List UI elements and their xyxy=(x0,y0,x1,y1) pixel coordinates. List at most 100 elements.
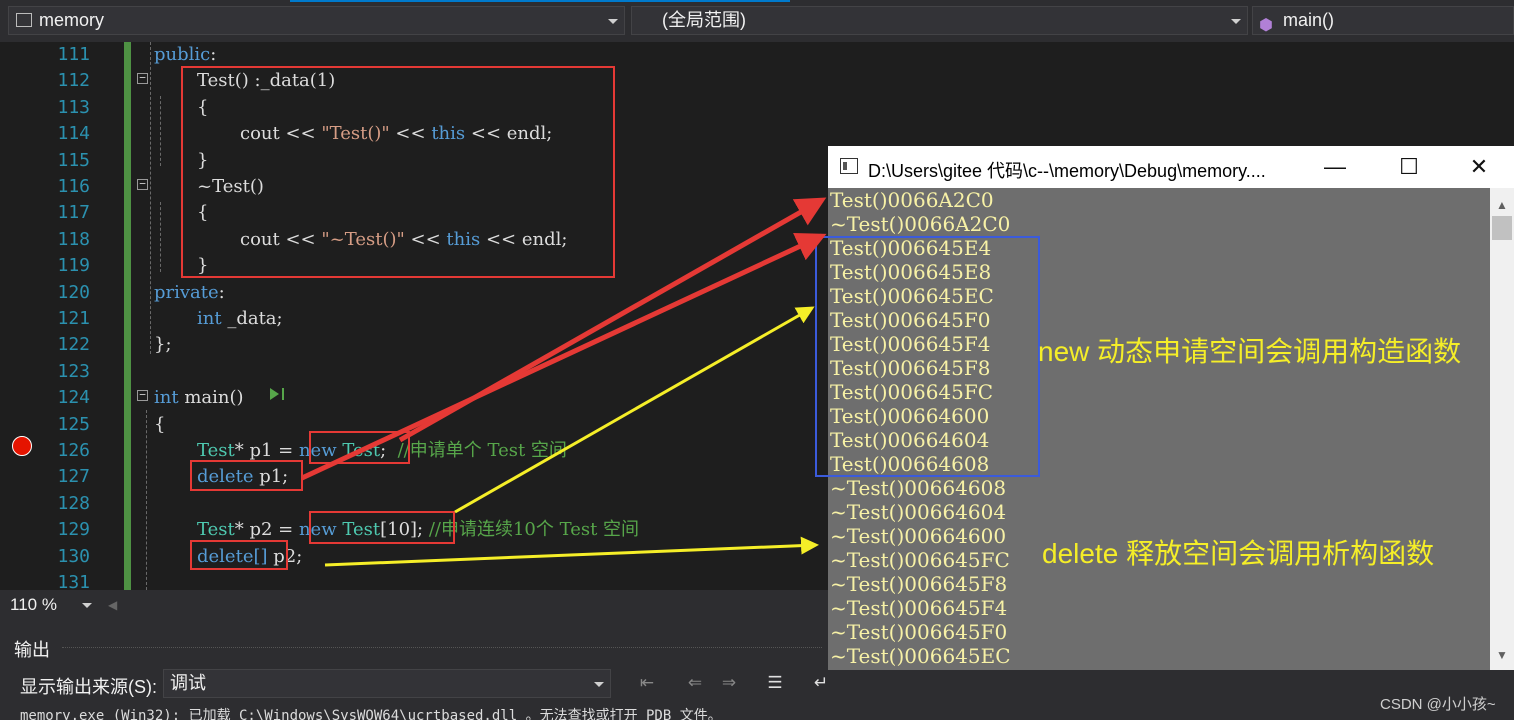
line-number: 126 xyxy=(57,440,90,461)
zoom-dropdown[interactable]: 110 % xyxy=(10,594,96,616)
code-token: //申请连续10个 Test 空间 xyxy=(428,519,640,541)
line-number: 124 xyxy=(57,387,90,409)
project-icon xyxy=(16,13,32,27)
line-number: 123 xyxy=(57,360,90,382)
code-token: int xyxy=(197,308,222,329)
console-line: ~Test()006645EC xyxy=(830,644,1011,668)
chevron-down-icon xyxy=(594,682,604,687)
console-scrollbar[interactable]: ▲ ▼ xyxy=(1490,188,1514,670)
breakpoint-icon[interactable] xyxy=(12,436,32,456)
console-line: ~Test()00664604 xyxy=(830,500,1007,524)
previous-message-icon[interactable]: ⇐ xyxy=(682,670,708,696)
code-line: { xyxy=(154,412,165,438)
output-panel-title: 输出 xyxy=(14,640,50,660)
output-source-dropdown[interactable]: 调试 xyxy=(163,669,611,698)
navigation-bar: memory (全局范围) ⬢ main() xyxy=(0,0,1514,42)
code-token: { xyxy=(154,413,166,435)
clear-all-icon[interactable]: ☰ xyxy=(762,670,788,696)
zoom-level: 110 % xyxy=(10,595,57,614)
global-scope-dropdown[interactable]: (全局范围) xyxy=(631,6,1248,35)
code-token: }; xyxy=(154,334,172,356)
line-number: 111 xyxy=(57,44,90,65)
collapse-icon[interactable]: − xyxy=(137,178,148,190)
collapse-icon[interactable]: − xyxy=(137,389,148,401)
console-line: ~Test()006645F8 xyxy=(830,572,1008,596)
code-token: : xyxy=(210,44,217,65)
collapse-icon[interactable]: − xyxy=(137,72,148,84)
code-token: private xyxy=(154,281,219,303)
zoom-bar: 110 % ◀ xyxy=(0,590,828,620)
project-scope-dropdown[interactable]: memory xyxy=(8,6,625,35)
indent-guide xyxy=(160,96,161,166)
line-number: 128 xyxy=(57,492,90,514)
scroll-up-icon[interactable]: ▲ xyxy=(1496,198,1508,212)
function-cube-icon: ⬢ xyxy=(1259,17,1273,34)
new-annotation: new 动态申请空间会调用构造函数 xyxy=(1038,336,1462,367)
run-to-click-icon[interactable] xyxy=(270,388,279,400)
scroll-thumb[interactable] xyxy=(1492,216,1512,240)
output-text: memory.exe (Win32): 已加载 C:\Windows\SysWO… xyxy=(20,708,722,720)
change-tracking-bar xyxy=(124,42,131,590)
line-number: 130 xyxy=(57,545,90,567)
code-token: //申请单个 Test 空间 xyxy=(397,440,567,461)
line-number: 114 xyxy=(57,123,90,145)
code-token: * p1 = xyxy=(234,440,299,461)
code-token: * p2 = xyxy=(234,519,299,541)
active-tab-indicator xyxy=(290,0,790,2)
code-line: public: xyxy=(154,42,216,68)
code-token: public xyxy=(154,44,211,65)
delete-annotation: delete 释放空间会调用析构函数 xyxy=(1042,538,1435,569)
find-message-icon[interactable]: ⇤ xyxy=(634,670,660,696)
next-message-icon[interactable]: ⇒ xyxy=(716,670,742,696)
run-to-click-bar xyxy=(282,388,284,400)
code-token: Test xyxy=(197,440,235,461)
console-title: D:\Users\gitee 代码\c--\memory\Debug\memor… xyxy=(868,161,1266,181)
indent-guide xyxy=(150,42,151,354)
line-number: 119 xyxy=(57,255,90,277)
scroll-down-icon[interactable]: ▼ xyxy=(1496,648,1508,662)
line-number: 117 xyxy=(57,202,90,224)
panel-drag-handle[interactable] xyxy=(62,647,822,652)
console-line: ~Test()006645F0 xyxy=(830,620,1008,644)
console-line: ~Test()006645F4 xyxy=(830,596,1008,620)
word-wrap-icon[interactable]: ↵ xyxy=(808,670,834,696)
line-number: 131 xyxy=(57,572,90,590)
maximize-button[interactable]: ☐ xyxy=(1386,150,1432,184)
console-title-bar[interactable]: D:\Users\gitee 代码\c--\memory\Debug\memor… xyxy=(828,146,1514,188)
scroll-left-icon[interactable]: ◀ xyxy=(108,598,117,612)
line-number: 112 xyxy=(57,70,90,92)
chevron-down-icon xyxy=(1231,19,1241,24)
code-token: _data; xyxy=(221,308,283,329)
output-source-value: 调试 xyxy=(170,673,206,693)
line-number: 115 xyxy=(57,149,90,171)
chevron-down-icon xyxy=(608,19,618,24)
output-source-label: 显示输出来源(S): xyxy=(20,677,157,697)
code-line: private: xyxy=(154,280,225,306)
code-token: Test xyxy=(197,519,235,541)
line-number: 129 xyxy=(57,519,90,541)
code-line: }; xyxy=(154,332,172,358)
delete-array-highlight xyxy=(190,540,288,570)
constructor-output-highlight xyxy=(815,236,1040,477)
line-number: 125 xyxy=(57,413,90,435)
console-line: ~Test()00664608 xyxy=(830,476,1007,500)
code-token: int xyxy=(154,387,179,409)
code-line: int main() xyxy=(154,385,244,411)
function-scope-label: main() xyxy=(1283,10,1335,30)
delete-single-highlight xyxy=(190,460,303,491)
function-scope-dropdown[interactable]: ⬢ main() xyxy=(1252,6,1514,35)
line-number: 127 xyxy=(57,466,90,488)
new-single-highlight xyxy=(309,431,410,464)
indent-guide xyxy=(160,202,161,272)
close-button[interactable]: ✕ xyxy=(1456,150,1502,184)
console-line: ~Test()0066A2C0 xyxy=(830,212,1011,236)
line-number: 121 xyxy=(57,308,90,329)
line-number: 113 xyxy=(57,96,90,118)
constructor-destructor-highlight xyxy=(181,66,615,278)
code-token: main() xyxy=(178,387,244,409)
console-line: Test()0066A2C0 xyxy=(830,188,994,212)
minimize-button[interactable]: — xyxy=(1312,150,1358,184)
console-line: ~Test()00664600 xyxy=(830,524,1007,548)
chevron-down-icon xyxy=(82,603,92,608)
project-scope-label: memory xyxy=(39,10,105,30)
